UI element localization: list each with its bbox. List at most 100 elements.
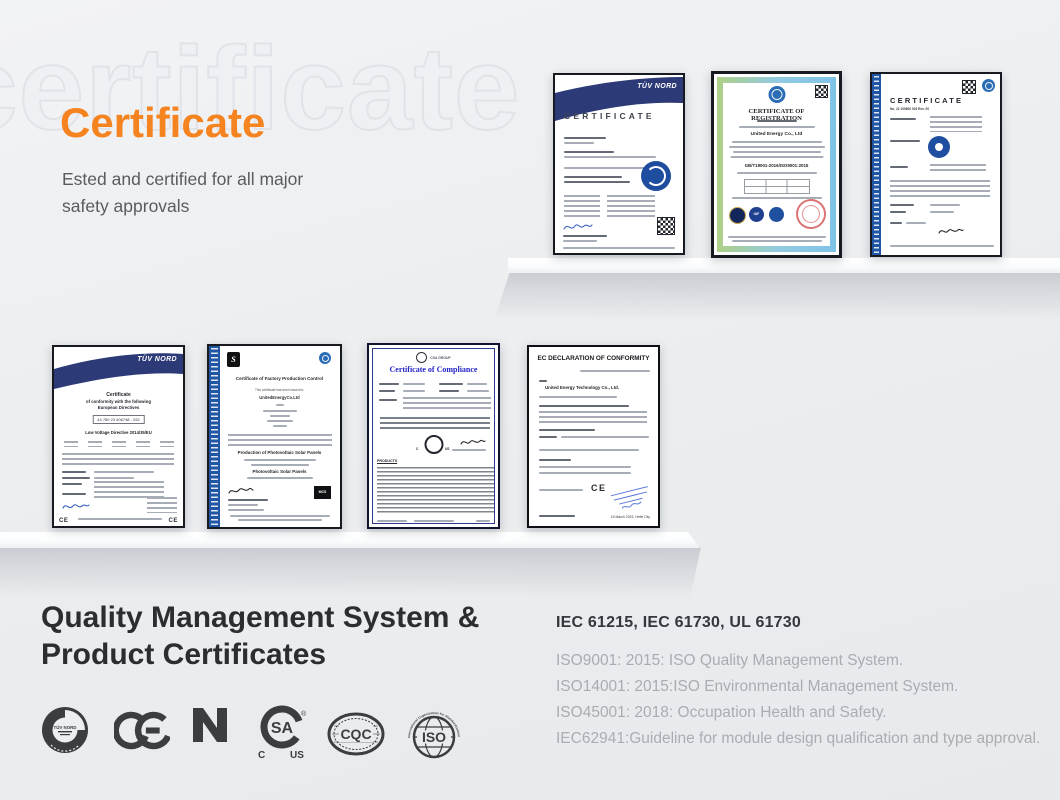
decorative-detail [733, 151, 821, 153]
standards-list-item: ISO45001: 2018: Occupation Health and Sa… [556, 700, 1040, 726]
decorative-detail [414, 520, 454, 522]
decorative-detail [890, 211, 906, 213]
decorative-detail [539, 449, 639, 451]
decorative-detail [539, 459, 571, 461]
decorative-detail [757, 120, 797, 122]
decorative-detail [230, 515, 330, 517]
decorative-detail: ® [301, 710, 307, 718]
certificate-of-registration[interactable]: CERTIFICATE OF REGISTRATION United Energ… [711, 71, 842, 258]
cert-title: EC DECLARATION OF CONFORMITY [529, 355, 658, 362]
decorative-detail [452, 449, 486, 451]
quality-heading-line2: Product Certificates [41, 638, 326, 671]
decorative-detail [539, 396, 617, 398]
qr-code-icon [657, 217, 675, 235]
decorative-detail [63, 505, 89, 508]
certificate-ec-declaration[interactable]: EC DECLARATION OF CONFORMITY United Ener… [527, 345, 660, 528]
zqhx-seal-icon [768, 86, 785, 103]
iso-logo-icon: International Organization for Standardi… [404, 704, 464, 760]
standards-title: IEC 61215, IEC 61730, UL 61730 [556, 614, 801, 632]
decorative-detail [890, 222, 902, 224]
decorative-detail [403, 390, 425, 392]
cnas-seal-icon [729, 207, 746, 224]
issued-to-label: This certificate has been issued to: [222, 388, 337, 392]
cert-title-line3: European Directives [54, 405, 183, 410]
issue-date: 16 March 2023, Hefei City [611, 515, 650, 519]
decorative-detail [467, 383, 487, 385]
decorative-detail [890, 204, 914, 206]
tuv-round-logo-icon [982, 79, 995, 92]
decorative-detail [564, 156, 656, 158]
decorative-detail [160, 441, 174, 447]
decorative-detail [564, 181, 630, 183]
quality-heading: Quality Management System & Product Cert… [41, 599, 479, 673]
decorative-detail [62, 471, 86, 473]
navy-swoosh [54, 347, 183, 393]
company-name: United Energy Technology Co., Ltd. [545, 385, 619, 390]
decorative-detail [890, 245, 994, 247]
ce-mark: CE [591, 483, 607, 493]
shelf-middle [0, 532, 700, 548]
decorative-detail [94, 477, 134, 479]
decorative-detail [930, 211, 954, 213]
cert-title: CERTIFICATE [564, 111, 655, 121]
qr-code-icon [962, 80, 976, 94]
scope-title: Production of Photovoltaic Solar Panels [222, 450, 337, 455]
page-title: Certificate [60, 100, 265, 146]
decorative-detail [377, 520, 407, 522]
tuv-nord-logo-icon: TÜV NORD [41, 706, 89, 754]
csa-group-wordmark: CSA GROUP [430, 356, 450, 360]
decorative-detail [939, 229, 963, 233]
signature-icon [460, 437, 486, 447]
page-subtitle-line1: Ested and certified for all major [62, 169, 303, 189]
decorative-detail [379, 383, 399, 385]
decorative-detail [728, 236, 826, 238]
products-label: PRODUCTS [377, 459, 397, 463]
signature-icon [62, 501, 90, 512]
holder-block [930, 116, 982, 132]
decorative-detail [561, 436, 649, 438]
vertical-text-stripe [209, 346, 220, 527]
decorative-detail [60, 734, 70, 735]
vertical-text-stripe [872, 74, 881, 255]
certificate-factory-production-control[interactable]: S Certificate of Factory Production Cont… [207, 344, 342, 529]
ce-mark-small: CE [59, 518, 69, 524]
signature-icon [938, 226, 964, 236]
decorative-detail: ISO [422, 729, 446, 745]
decorative-detail [64, 441, 78, 447]
decorative-detail [62, 493, 86, 495]
decorative-detail [114, 710, 170, 750]
label-column [564, 195, 600, 219]
certificate-tuv-nord-product[interactable]: TÜV NORD CERTIFICATE [553, 73, 685, 255]
cert-title-line2: of conformity with the following [54, 399, 183, 404]
certificate-of-compliance[interactable]: CSA GROUP Certificate of Compliance CSA … [367, 343, 500, 529]
registration-number: 44 780 23 406748 - 032 [92, 415, 144, 424]
decorative-detail [564, 142, 594, 144]
decorative-detail [146, 727, 160, 733]
certificate-tuv-product[interactable]: CERTIFICATE No. 22 109600 003 Rev. 00 [870, 72, 1002, 257]
decorative-detail [539, 405, 629, 407]
decorative-detail [263, 410, 297, 412]
product-block [930, 164, 986, 174]
certificate-eu-conformity[interactable]: TÜV NORD Certificate of conformity with … [52, 345, 185, 528]
decorative-detail [930, 204, 960, 206]
decorative-detail [276, 404, 284, 406]
kitemark-icon: S [227, 352, 240, 367]
ce-mark-small: CE [168, 518, 178, 524]
paragraph-block [62, 453, 174, 467]
decorative-detail [564, 225, 592, 229]
decorative-detail [890, 118, 916, 120]
paragraph-block [890, 180, 990, 198]
qr-code-icon [815, 85, 828, 98]
cert-title: Certificate of Factory Production Contro… [222, 376, 337, 381]
paragraph-block [228, 434, 332, 446]
blue-stamp-icon [608, 481, 655, 514]
standard-code: GB/T19001-2016/ISO9001:2015 [723, 163, 830, 168]
decorative-detail [228, 499, 268, 501]
standards-list-item: IEC62941:Guideline for module design qua… [556, 726, 1040, 752]
decorative-detail [228, 509, 264, 511]
decorative-detail [732, 141, 822, 143]
cert-title: CERTIFICATE [890, 96, 963, 105]
decorative-detail [247, 477, 313, 479]
decorative-detail [611, 487, 652, 511]
csa-monogram-icon: CSA GROUP [424, 435, 443, 454]
